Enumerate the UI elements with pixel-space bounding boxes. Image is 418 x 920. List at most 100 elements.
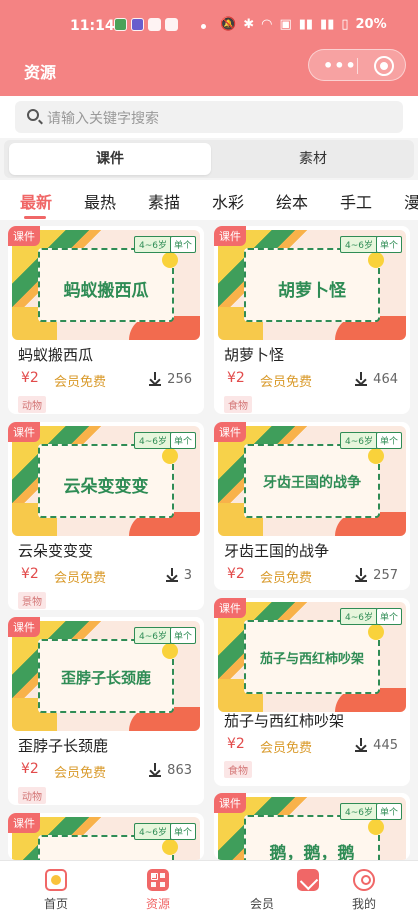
category-tag: 食物 — [224, 761, 252, 778]
thumbnail-title: 牙齿王国的战争 — [263, 475, 361, 491]
card-title: 胡萝卜怪 — [224, 346, 285, 364]
card-thumbnail: 4~6岁 单个 — [12, 817, 200, 860]
download-count-value: 464 — [373, 372, 398, 387]
age-badge: 4~6岁 — [134, 823, 172, 840]
download-count-value: 863 — [167, 763, 192, 778]
category-tag: 食物 — [224, 396, 252, 413]
card-title: 蚂蚁搬西瓜 — [18, 346, 94, 364]
search-input[interactable]: 请输入关键字搜索 — [15, 101, 403, 133]
category-tag: 动物 — [18, 787, 46, 804]
courseware-card[interactable]: 课件 4~6岁 单个 茄子与西红柿吵架 茄子与西红柿吵架 ¥2 会员免费 445… — [214, 598, 410, 786]
courseware-card[interactable]: 课件 4~6岁 单个 蚂蚁搬西瓜 蚂蚁搬西瓜 ¥2 会员免费 256 动物 — [8, 226, 204, 414]
sun-icon — [368, 624, 384, 640]
download-icon — [165, 568, 178, 582]
card-thumbnail: 4~6岁 单个 蚂蚁搬西瓜 — [12, 230, 200, 340]
download-count: 3 — [165, 567, 192, 583]
nav-membership[interactable]: 会员 — [232, 869, 319, 912]
card-price: ¥2 — [21, 370, 39, 386]
miniprogram-capsule: ••• — [308, 49, 406, 81]
heart-icon — [297, 869, 319, 891]
courseware-card[interactable]: 课件 4~6岁 单个 胡萝卜怪 胡萝卜怪 ¥2 会员免费 464 食物 — [214, 226, 410, 414]
close-button[interactable] — [374, 56, 394, 76]
courseware-card[interactable]: 课件 4~6岁 单个 — [8, 813, 204, 860]
more-button[interactable]: ••• — [323, 56, 357, 75]
battery-icon: ▯ — [341, 17, 349, 32]
download-icon — [355, 568, 368, 582]
bottom-navigation: 首页 资源 会员 我的 — [0, 860, 418, 920]
courseware-card[interactable]: 课件 4~6岁 单个 歪脖子长颈鹿 歪脖子长颈鹿 ¥2 会员免费 863 动物 — [8, 617, 204, 805]
card-price: ¥2 — [21, 566, 39, 582]
age-badge: 4~6岁 — [340, 803, 378, 820]
category-tag: 景物 — [18, 592, 46, 609]
courseware-ribbon: 课件 — [8, 422, 40, 442]
page-title: 资源 — [24, 63, 57, 82]
bluetooth-icon: ✱ — [243, 17, 255, 32]
status-indicators: 🔕 ✱ ◠ ▣ ▮▮ ▮▮ ▯ 20% — [220, 17, 387, 32]
courseware-card[interactable]: 课件 4~6岁 单个 鹅，鹅，鹅 — [214, 793, 410, 860]
app-notification-icon — [114, 18, 127, 31]
sun-icon — [162, 448, 178, 464]
tab-hottest[interactable]: 最热 — [84, 189, 116, 213]
thumbnail-title: 蚂蚁搬西瓜 — [63, 281, 149, 301]
thumbnail-title: 歪脖子长颈鹿 — [60, 669, 151, 687]
download-count-value: 256 — [167, 372, 192, 387]
card-thumbnail: 4~6岁 单个 云朵变变变 — [12, 426, 200, 536]
user-icon — [353, 869, 375, 891]
courseware-ribbon: 课件 — [214, 598, 246, 618]
vip-free-label: 会员免费 — [54, 766, 107, 781]
thumbnail-title: 云朵变变变 — [63, 477, 149, 497]
age-badge: 4~6岁 — [134, 432, 172, 449]
category-tabs: 最新 最热 素描 水彩 绘本 手工 漫 — [0, 180, 418, 220]
vip-free-label: 会员免费 — [260, 375, 313, 390]
tab-watercolor[interactable]: 水彩 — [212, 189, 244, 213]
vip-free-label: 会员免费 — [260, 571, 313, 586]
hd-icon: ▣ — [279, 17, 292, 32]
download-count-value: 445 — [373, 738, 398, 753]
single-badge: 单个 — [169, 823, 196, 840]
tab-comic[interactable]: 漫 — [404, 189, 418, 213]
tab-sketch[interactable]: 素描 — [148, 189, 180, 213]
download-icon — [149, 763, 162, 777]
tab-handcraft[interactable]: 手工 — [340, 189, 372, 213]
nav-membership-label: 会员 — [249, 897, 274, 911]
nav-resources[interactable]: 资源 — [128, 869, 188, 912]
single-badge: 单个 — [169, 627, 196, 644]
segment-courseware[interactable]: 课件 — [9, 143, 211, 175]
sun-icon — [368, 448, 384, 464]
download-icon — [149, 372, 162, 386]
type-segmented-control: 课件 素材 — [4, 140, 414, 178]
tab-latest[interactable]: 最新 — [20, 189, 52, 213]
card-price: ¥2 — [227, 736, 245, 752]
nav-home[interactable]: 首页 — [26, 869, 86, 912]
courseware-card[interactable]: 课件 4~6岁 单个 牙齿王国的战争 牙齿王国的战争 ¥2 会员免费 257 — [214, 422, 410, 590]
card-thumbnail: 4~6岁 单个 胡萝卜怪 — [218, 230, 406, 340]
card-thumbnail: 4~6岁 单个 鹅，鹅，鹅 — [218, 797, 406, 860]
app-notification-icon — [131, 18, 144, 31]
single-badge: 单个 — [169, 432, 196, 449]
app-notification-icon — [148, 18, 161, 31]
age-badge: 4~6岁 — [340, 432, 378, 449]
card-thumbnail: 4~6岁 单个 歪脖子长颈鹿 — [12, 621, 200, 731]
single-badge: 单个 — [169, 236, 196, 253]
thumbnail-title: 茄子与西红柿吵架 — [259, 652, 364, 667]
app-header: 11:14 🔕 ✱ ◠ ▣ ▮▮ ▮▮ ▯ 20% 资源 ••• — [0, 0, 418, 96]
wifi-icon: ◠ — [261, 17, 273, 32]
single-badge: 单个 — [375, 803, 402, 820]
download-icon — [355, 372, 368, 386]
courseware-card[interactable]: 课件 4~6岁 单个 云朵变变变 云朵变变变 ¥2 会员免费 3 景物 — [8, 422, 204, 610]
app-notification-icon — [165, 18, 178, 31]
nav-profile[interactable]: 我的 — [334, 869, 394, 912]
thumbnail-title: 胡萝卜怪 — [278, 281, 346, 301]
download-count: 445 — [355, 737, 398, 753]
search-icon — [27, 109, 39, 121]
tab-picturebook[interactable]: 绘本 — [276, 189, 308, 213]
thumbnail-title: 鹅，鹅，鹅 — [269, 844, 355, 860]
signal-icon: ▮▮ — [298, 17, 314, 32]
download-count: 256 — [149, 371, 192, 387]
vip-free-label: 会员免费 — [54, 571, 107, 586]
vip-free-label: 会员免费 — [54, 375, 107, 390]
segment-material[interactable]: 素材 — [212, 143, 414, 175]
courseware-ribbon: 课件 — [214, 793, 246, 813]
courseware-ribbon: 课件 — [8, 813, 40, 833]
download-count-value: 3 — [183, 568, 192, 583]
